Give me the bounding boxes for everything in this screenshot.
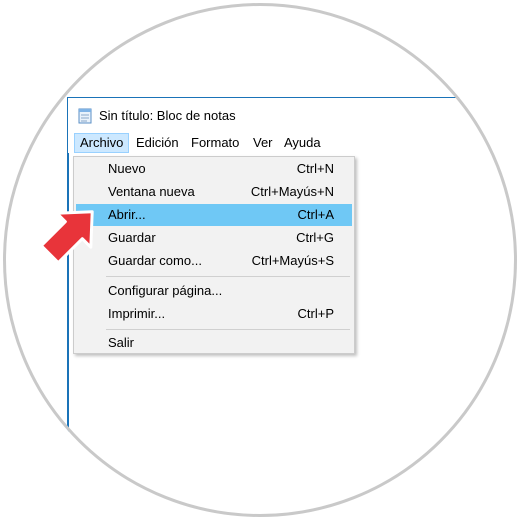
title-bar: Sin título: Bloc de notas: [68, 98, 517, 132]
menu-item-salir[interactable]: Salir: [76, 332, 352, 354]
red-arrow-icon: [39, 210, 94, 265]
archivo-dropdown: Nuevo Ctrl+N Ventana nueva Ctrl+Mayús+N …: [73, 156, 355, 354]
menu-item-label: Guardar: [108, 230, 156, 245]
menu-edicion[interactable]: Edición: [131, 133, 184, 153]
menu-item-ventana-nueva[interactable]: Ventana nueva Ctrl+Mayús+N: [76, 181, 352, 203]
circular-crop: Sin título: Bloc de notas Archivo Edició…: [3, 3, 517, 517]
menu-item-label: Abrir...: [108, 207, 146, 222]
menu-item-imprimir[interactable]: Imprimir... Ctrl+P: [76, 303, 352, 325]
menu-separator: [106, 329, 350, 330]
menu-item-abrir[interactable]: Abrir... Ctrl+A: [76, 204, 352, 226]
menu-item-shortcut: Ctrl+P: [297, 306, 334, 321]
screenshot-frame: Sin título: Bloc de notas Archivo Edició…: [0, 0, 520, 520]
menu-ayuda[interactable]: Ayuda: [279, 133, 326, 153]
notepad-icon: [78, 108, 92, 124]
menu-item-shortcut: Ctrl+Mayús+S: [251, 253, 334, 268]
menu-archivo[interactable]: Archivo: [74, 133, 130, 153]
menu-item-shortcut: Ctrl+G: [296, 230, 334, 245]
menu-item-label: Guardar como...: [108, 253, 202, 268]
menu-item-shortcut: Ctrl+N: [296, 161, 334, 176]
menu-item-guardar[interactable]: Guardar Ctrl+G: [76, 227, 352, 249]
menu-item-label: Ventana nueva: [108, 184, 195, 199]
menu-item-shortcut: Ctrl+Mayús+N: [250, 184, 334, 199]
menu-item-label: Salir: [108, 335, 135, 350]
menu-formato[interactable]: Formato: [186, 133, 244, 153]
menu-item-guardar-como[interactable]: Guardar como... Ctrl+Mayús+S: [76, 250, 352, 272]
menu-separator: [106, 276, 350, 277]
menu-ver[interactable]: Ver: [248, 133, 278, 153]
menu-bar: Archivo Edición Formato Ver Ayuda: [68, 133, 517, 153]
window-title: Sin título: Bloc de notas: [99, 108, 236, 123]
menu-item-nuevo[interactable]: Nuevo Ctrl+N: [76, 158, 352, 180]
menu-item-configurar-pagina[interactable]: Configurar página...: [76, 280, 352, 302]
menu-item-label: Imprimir...: [108, 306, 166, 321]
menu-item-shortcut: Ctrl+A: [297, 207, 334, 222]
menu-item-label: Configurar página...: [108, 283, 223, 298]
menu-item-label: Nuevo: [108, 161, 146, 176]
